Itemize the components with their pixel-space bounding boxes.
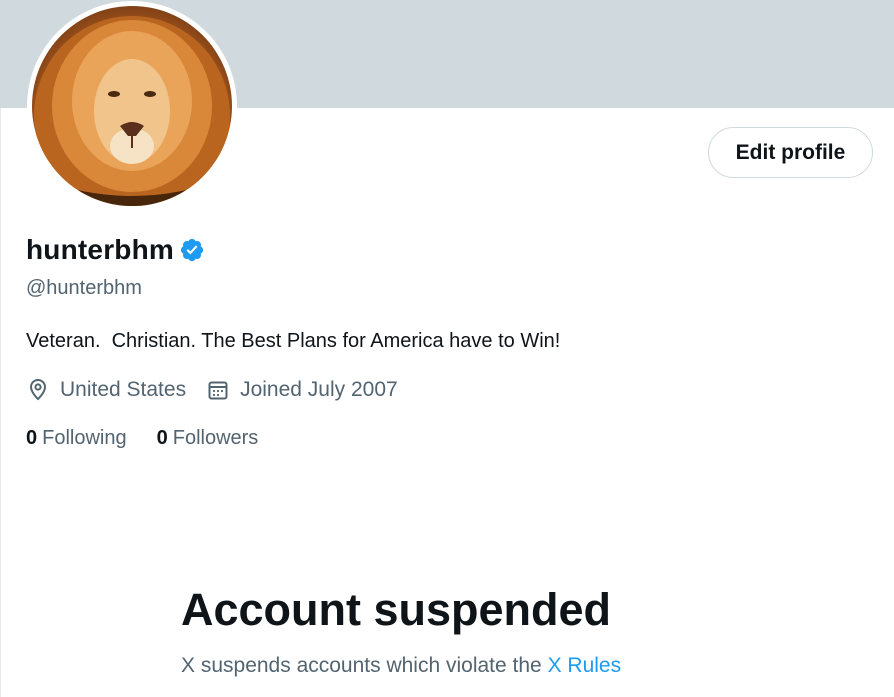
suspended-message: X suspends accounts which violate the X … — [181, 654, 621, 678]
edit-profile-button[interactable]: Edit profile — [708, 127, 873, 178]
profile-name-row: hunterbhm — [26, 234, 205, 266]
joined-text: Joined July 2007 — [240, 378, 398, 401]
location-text: United States — [60, 378, 187, 401]
following-label: Following — [42, 427, 127, 449]
joined-item: Joined July 2007 — [206, 378, 398, 402]
avatar[interactable] — [32, 6, 232, 206]
following-count: 0 — [26, 427, 38, 449]
display-name: hunterbhm — [26, 234, 175, 265]
following-link[interactable]: 0 Following — [26, 427, 127, 450]
suspended-message-text: X suspends accounts which violate the — [181, 654, 542, 677]
x-rules-link[interactable]: X Rules — [548, 654, 622, 677]
location-pin-icon — [29, 379, 47, 401]
calendar-icon — [208, 381, 228, 400]
followers-link[interactable]: 0 Followers — [157, 427, 259, 450]
suspended-title: Account suspended — [181, 584, 612, 635]
followers-count: 0 — [156, 427, 168, 449]
verified-badge-icon[interactable] — [179, 237, 205, 263]
avatar-ring — [27, 1, 237, 211]
profile-meta: United States Joined July 2007 — [26, 378, 418, 402]
lion-avatar-image — [32, 16, 232, 206]
location-item: United States — [26, 378, 186, 402]
column-border — [0, 108, 1, 697]
followers-label: Followers — [172, 427, 259, 449]
profile-handle: @hunterbhm — [26, 277, 142, 299]
profile-bio: Veteran. Christian. The Best Plans for A… — [26, 330, 561, 352]
follow-stats: 0 Following 0 Followers — [26, 427, 288, 450]
